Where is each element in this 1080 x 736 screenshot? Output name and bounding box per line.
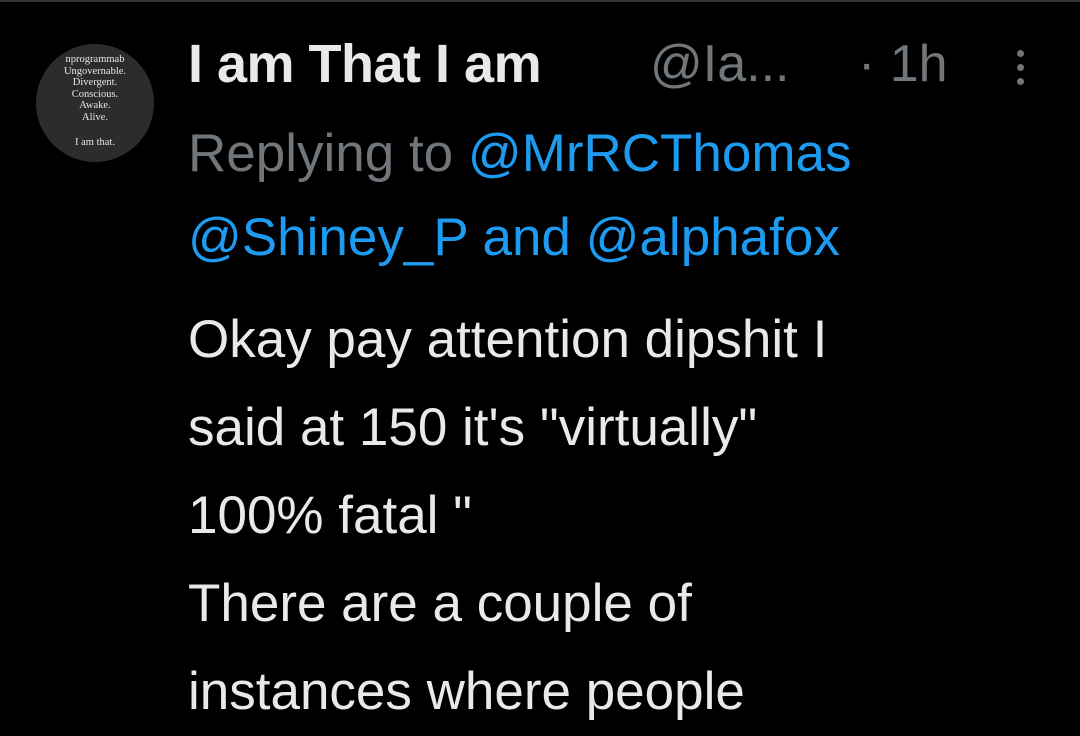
tweet-text-line: instances where people [188,662,745,721]
user-handle[interactable]: @Ia... [650,30,790,98]
mention-link[interactable]: @Shiney_P [188,208,468,267]
more-vertical-icon[interactable] [1008,50,1034,94]
avatar-text: nprogrammab Ungovernable. Divergent. Con… [36,54,154,149]
mention-joiner[interactable]: and [482,208,570,267]
tweet[interactable]: nprogrammab Ungovernable. Divergent. Con… [0,0,1080,721]
avatar-line: Divergent. [72,77,118,88]
tweet-text-line: 100% fatal " [188,486,472,545]
mention-link[interactable]: @MrRCThomas [468,124,852,183]
mention-link[interactable]: @alphafox [586,208,840,267]
avatar-line: nprogrammab [65,54,125,65]
avatar-line: Conscious. [71,88,119,100]
tweet-text-line: Okay pay attention dipshit I [188,310,828,369]
avatar-line: Alive. [82,111,108,123]
replying-prefix: Replying to [188,124,454,183]
display-name[interactable]: I am That I am [188,30,542,98]
tweet-text-line: said at 150 it's "virtually" [188,398,758,457]
replying-to: Replying to @MrRCThomas @Shiney_P and @a… [188,112,1068,280]
tweet-text: Okay pay attention dipshit I said at 150… [188,296,1068,736]
avatar-line: I am that. [75,137,115,148]
tweet-text-line: There are a couple of [188,574,692,633]
timestamp[interactable]: · 1h [858,30,948,98]
avatar[interactable]: nprogrammab Ungovernable. Divergent. Con… [36,44,154,162]
avatar-line: Awake. [79,100,111,111]
avatar-line: Ungovernable. [63,65,127,77]
